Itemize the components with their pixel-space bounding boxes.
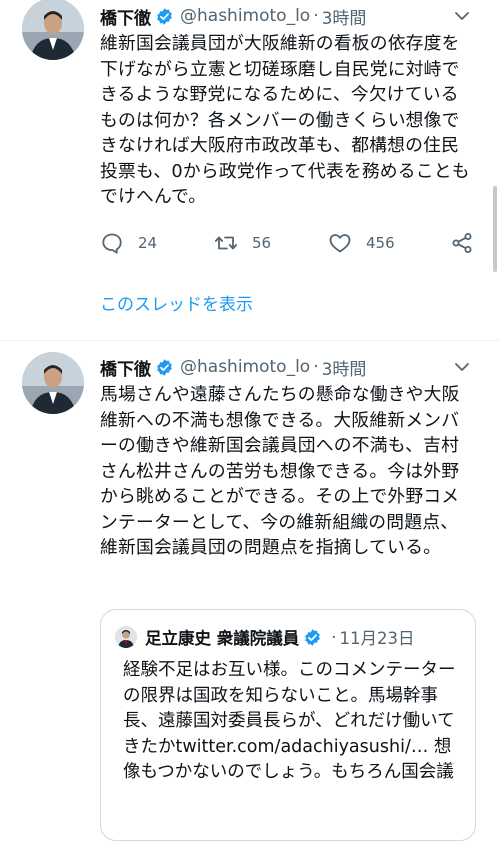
retweet-count: 56 — [252, 234, 272, 252]
retweet-button[interactable]: 56 — [214, 226, 271, 260]
reply-icon — [102, 233, 122, 254]
tweet-time[interactable]: 3時間 — [322, 4, 367, 29]
tweet-actions: 24 56 456 — [100, 226, 480, 260]
author-handle[interactable]: @hashimoto_lo — [180, 357, 310, 377]
separator-dot: · — [313, 357, 319, 377]
author-name[interactable]: 橋下徹 — [100, 4, 151, 29]
tweet-text: 維新国会議員団が大阪維新の看板の依存度を下げながら立憲と切磋琢磨し自民党に対峙で… — [100, 33, 470, 207]
like-button[interactable]: 456 — [328, 226, 395, 260]
share-icon — [452, 233, 472, 253]
retweet-icon — [214, 236, 238, 250]
quoted-tweet-header: 足立康史 衆議院議員 · 11月23日 — [115, 624, 465, 650]
caret-down-icon[interactable] — [450, 355, 474, 379]
reply-button[interactable]: 24 — [100, 226, 157, 260]
reply-count: 24 — [138, 234, 158, 252]
share-button[interactable] — [450, 226, 474, 260]
separator-dot: · — [331, 627, 337, 647]
like-count: 456 — [366, 234, 395, 252]
author-name[interactable]: 橋下徹 — [100, 355, 151, 380]
quoted-author-avatar — [115, 626, 137, 648]
tweet-header: 橋下徹 @hashimoto_lo · 3時間 — [100, 3, 460, 29]
caret-down-icon[interactable] — [450, 4, 474, 28]
verified-badge-icon — [155, 7, 174, 26]
separator-dot: · — [313, 6, 319, 26]
quoted-tweet-text: 経験不足はお互い様。このコメンテーターの限界は国政を知らないこと。馬場幹事長、遠… — [123, 660, 456, 782]
quoted-tweet-card[interactable]: 足立康史 衆議院議員 · 11月23日 経験不足はお互い様。このコメンテーターの… — [100, 609, 476, 841]
author-avatar[interactable] — [22, 0, 84, 60]
verified-badge-icon — [155, 358, 174, 377]
quoted-tweet-date: 11月23日 — [339, 629, 415, 648]
quoted-author-name: 足立康史 衆議院議員 — [145, 629, 300, 648]
tweet-text: 馬場さんや遠藤さんたちの懸命な働きや大阪維新への不満も想像できる。大阪維新メンバ… — [100, 384, 460, 558]
scrollbar[interactable] — [493, 186, 497, 272]
tweet-time[interactable]: 3時間 — [322, 355, 367, 380]
show-thread-link[interactable]: このスレッドを表示 — [100, 290, 253, 315]
tweet-1[interactable]: 橋下徹 @hashimoto_lo · 3時間 維新国会議員団が大阪維新の看板の… — [0, 0, 500, 340]
author-handle[interactable]: @hashimoto_lo — [180, 6, 310, 26]
like-icon — [329, 234, 351, 253]
tweet-header: 橋下徹 @hashimoto_lo · 3時間 — [100, 354, 460, 380]
author-avatar[interactable] — [22, 352, 84, 414]
verified-badge-icon — [303, 628, 322, 647]
